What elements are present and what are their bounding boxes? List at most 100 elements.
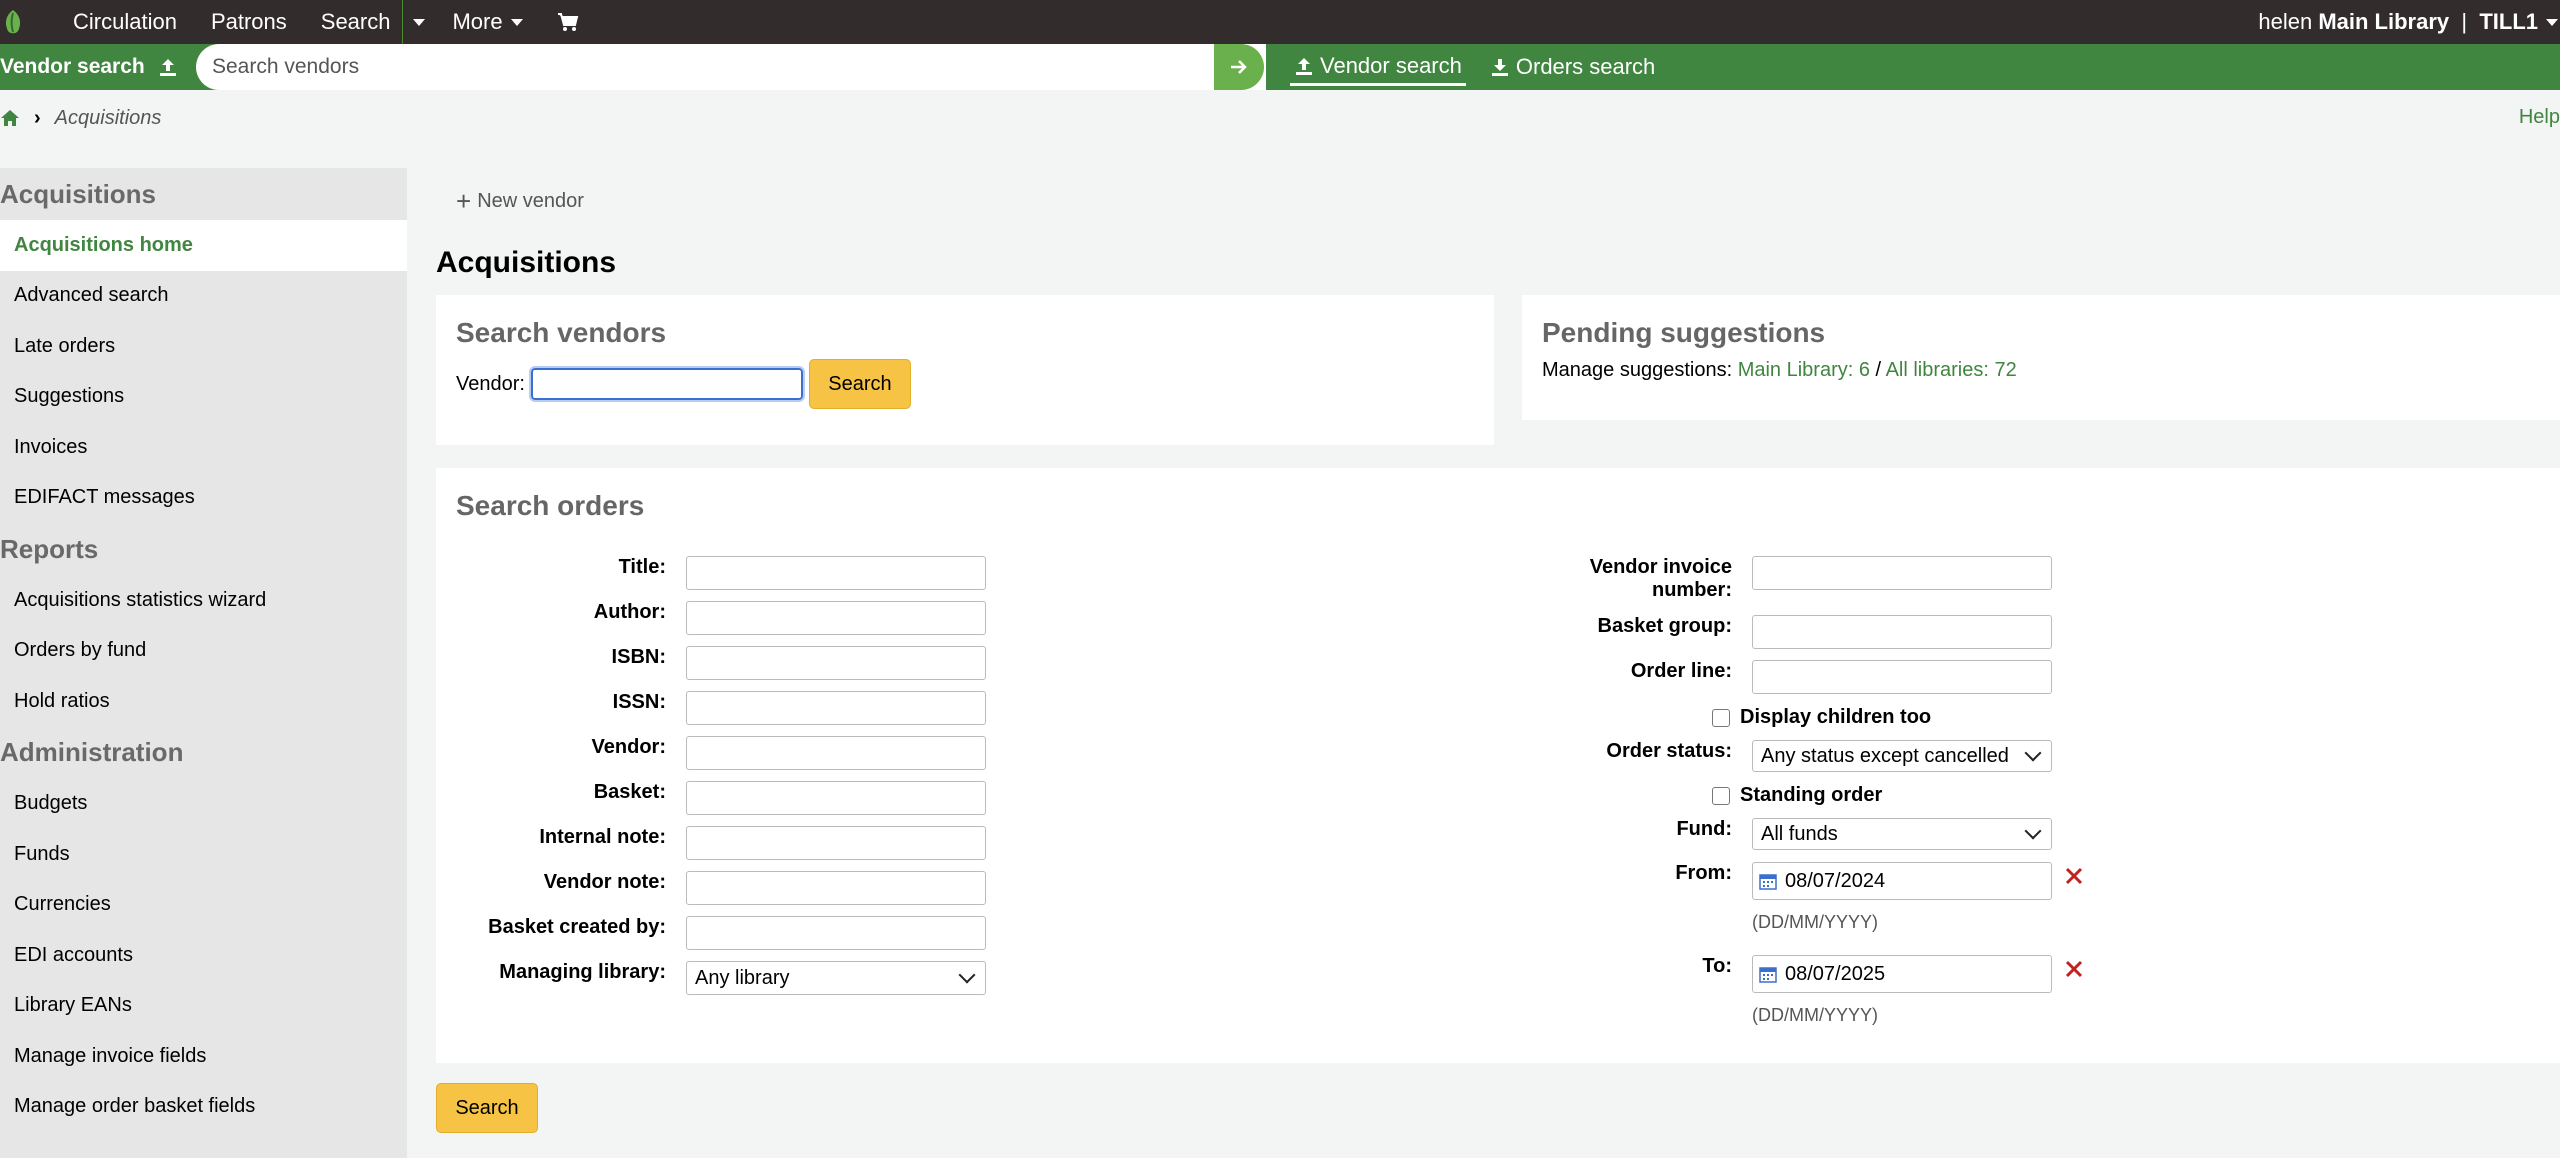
search-vendors-input[interactable] <box>196 47 1196 87</box>
order-line-input[interactable] <box>1752 660 2052 694</box>
sidebar-heading-reports: Reports <box>0 533 99 564</box>
sidebar-item-invoices[interactable]: Invoices <box>0 422 407 473</box>
breadcrumb-current: Acquisitions <box>54 106 162 129</box>
clear-from-date-icon[interactable] <box>2064 866 2084 886</box>
vendor-invoice-label-line2: number: <box>1652 579 1732 601</box>
basket-input[interactable] <box>686 781 986 815</box>
title-label: Title: <box>618 556 666 578</box>
title-input[interactable] <box>686 556 986 590</box>
sidebar-item-manage-order-basket-fields[interactable]: Manage order basket fields <box>0 1082 407 1133</box>
library-name: Main Library <box>2318 9 2450 34</box>
user-menu-separator: | <box>2461 9 2468 34</box>
sidebar-item-late-orders[interactable]: Late orders <box>0 321 407 372</box>
order-status-label: Order status: <box>1606 740 1732 762</box>
tab-orders-search[interactable]: Orders search <box>1486 50 1659 84</box>
main-library-suggestions-link[interactable]: Main Library: 6 <box>1738 359 1870 381</box>
managing-library-select[interactable]: Any library <box>686 961 986 995</box>
vendor-label: Vendor: <box>456 372 525 395</box>
display-children-label: Display children too <box>1740 706 1932 728</box>
vendor-invoice-label-line1: Vendor invoice <box>1589 556 1732 578</box>
nav-more-label: More <box>452 9 503 34</box>
author-input[interactable] <box>686 601 986 635</box>
sidebar-item-acquisitions-home[interactable]: Acquisitions home <box>0 220 407 271</box>
new-vendor-label: New vendor <box>477 190 584 212</box>
nav-patrons-label: Patrons <box>210 9 287 34</box>
pending-suggestions-title: Pending suggestions <box>1542 317 1826 348</box>
sidebar-item-acquisitions-statistics[interactable]: Acquisitions statistics wizard <box>0 575 407 626</box>
calendar-icon <box>1759 967 1777 983</box>
search-vendors-panel: Search vendors Vendor: Search <box>436 295 1494 445</box>
nav-patrons[interactable]: Patrons <box>194 0 304 44</box>
order-status-select[interactable]: Any status except cancelled <box>1752 740 2052 772</box>
sidebar-item-orders-by-fund[interactable]: Orders by fund <box>0 626 407 677</box>
nav-circulation-label: Circulation <box>73 9 177 34</box>
koha-logo-icon[interactable] <box>0 9 26 35</box>
top-navbar: Circulation Patrons Search More helen Ma… <box>0 0 2560 44</box>
caret-down-icon <box>2546 18 2558 26</box>
basket-group-input[interactable] <box>1752 615 2052 649</box>
standing-order-row: Standing order <box>1712 784 1882 807</box>
sidebar-item-budgets[interactable]: Budgets <box>0 779 407 830</box>
vendor-name-input[interactable] <box>528 366 805 402</box>
vendor-invoice-input[interactable] <box>1752 556 2052 590</box>
download-icon <box>1491 59 1508 76</box>
display-children-checkbox[interactable] <box>1712 708 1730 727</box>
chevron-down-icon <box>2024 822 2042 840</box>
to-date-input[interactable]: 08/07/2025 <box>1752 955 2052 993</box>
basket-label: Basket: <box>593 781 666 803</box>
managing-library-label: Managing library: <box>499 961 666 983</box>
sidebar-nav: Acquisitions Acquisitions home Advanced … <box>0 168 407 1158</box>
nav-search-dropdown[interactable] <box>403 0 435 44</box>
pending-suggestions-panel: Pending suggestions Manage suggestions: … <box>1522 295 2560 420</box>
orders-search-button[interactable]: Search <box>436 1083 538 1133</box>
all-libraries-suggestions-link[interactable]: All libraries: 72 <box>1886 359 2017 381</box>
home-icon[interactable] <box>0 109 20 127</box>
search-orders-panel: Search orders Title: Author: ISBN: ISSN:… <box>436 468 2560 1063</box>
sidebar-item-edifact-messages[interactable]: EDIFACT messages <box>0 473 407 524</box>
isbn-label: ISBN: <box>611 646 666 668</box>
sidebar-item-hold-ratios[interactable]: Hold ratios <box>0 676 407 727</box>
caret-down-icon <box>413 18 426 26</box>
plus-icon: + <box>456 186 472 216</box>
issn-input[interactable] <box>686 691 986 725</box>
search-type-label[interactable]: Vendor search <box>0 55 196 79</box>
search-orders-title: Search orders <box>456 490 645 521</box>
vendor-search-button[interactable]: Search <box>808 359 911 409</box>
basket-created-by-input[interactable] <box>686 916 986 950</box>
internal-note-input[interactable] <box>686 826 986 860</box>
sidebar-item-manage-invoice-fields[interactable]: Manage invoice fields <box>0 1031 407 1082</box>
fund-select[interactable]: All funds <box>1752 818 2052 850</box>
clear-to-date-icon[interactable] <box>2064 959 2084 979</box>
managing-library-value: Any library <box>695 966 790 989</box>
standing-order-checkbox[interactable] <box>1712 786 1730 805</box>
search-tabs: Vendor search Orders search <box>1290 44 1679 90</box>
sidebar-item-edi-accounts[interactable]: EDI accounts <box>0 930 407 981</box>
sidebar-item-advanced-search[interactable]: Advanced search <box>0 271 407 322</box>
to-date-value: 08/07/2025 <box>1785 962 1886 985</box>
isbn-input[interactable] <box>686 646 986 680</box>
from-date-input[interactable]: 08/07/2024 <box>1752 862 2052 900</box>
author-label: Author: <box>593 601 666 623</box>
sidebar-item-library-eans[interactable]: Library EANs <box>0 981 407 1032</box>
search-submit-button[interactable] <box>1214 44 1264 90</box>
cart-icon[interactable] <box>540 0 596 44</box>
help-link[interactable]: Help <box>2519 106 2560 129</box>
vendor-note-input[interactable] <box>686 871 986 905</box>
fund-value: All funds <box>1761 822 1838 845</box>
sidebar-item-funds[interactable]: Funds <box>0 829 407 880</box>
sidebar-item-suggestions[interactable]: Suggestions <box>0 372 407 423</box>
nav-circulation[interactable]: Circulation <box>56 0 194 44</box>
to-label: To: <box>1702 955 1732 977</box>
sidebar-item-currencies[interactable]: Currencies <box>0 880 407 931</box>
caret-down-icon <box>510 18 523 26</box>
tab-vendor-search[interactable]: Vendor search <box>1290 49 1466 86</box>
new-vendor-button[interactable]: + New vendor <box>456 186 584 217</box>
tab-orders-search-label: Orders search <box>1515 54 1656 79</box>
sidebar-heading-acquisitions: Acquisitions <box>0 178 157 209</box>
user-menu[interactable]: helen Main Library | TILL1 <box>2258 0 2560 44</box>
breadcrumb: › Acquisitions <box>0 104 161 132</box>
upload-icon <box>159 59 176 76</box>
vendor-order-input[interactable] <box>686 736 986 770</box>
nav-more[interactable]: More <box>435 0 539 44</box>
nav-search[interactable]: Search <box>304 0 403 44</box>
